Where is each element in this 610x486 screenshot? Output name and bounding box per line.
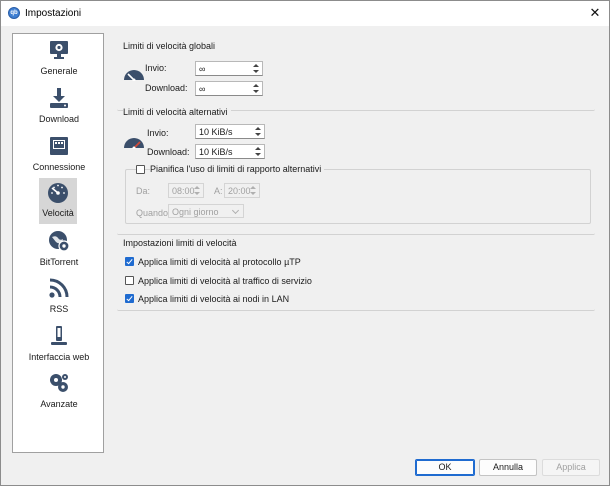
- app-icon: qb: [8, 7, 20, 19]
- to-label: A:: [214, 186, 223, 196]
- alt-upload-spinbox[interactable]: 10 KiB/s: [195, 124, 265, 139]
- global-limits-group: Limiti di velocità globali Invio: ∞ Down…: [117, 41, 595, 111]
- sidebar-item-label: Generale: [40, 66, 78, 76]
- sidebar-item-label: Avanzate: [40, 399, 78, 409]
- download-icon: [50, 88, 68, 108]
- globe-gear-icon: [49, 231, 70, 252]
- sidebar-item-label: RSS: [49, 304, 69, 314]
- sidebar-item-generale[interactable]: Generale: [15, 36, 103, 82]
- title-bar: qb Impostazioni ✕: [1, 1, 609, 26]
- sidebar-item-download[interactable]: Download: [15, 84, 103, 130]
- alt-limits-group: Limiti di velocità alternativi Invio: 10…: [117, 107, 595, 235]
- global-download-spinbox[interactable]: ∞: [195, 81, 263, 96]
- global-upload-spinbox[interactable]: ∞: [195, 61, 263, 76]
- ok-button[interactable]: OK: [415, 459, 475, 476]
- monitor-gear-icon: [50, 41, 68, 59]
- utp-limit-checkbox[interactable]: [125, 257, 134, 266]
- apply-button[interactable]: Applica: [542, 459, 600, 476]
- sidebar-item-label: BitTorrent: [39, 257, 79, 267]
- cancel-button[interactable]: Annulla: [479, 459, 537, 476]
- alt-gauge-icon: [124, 138, 144, 149]
- spinbox-value: ∞: [199, 64, 206, 74]
- schedule-checkbox-label: Pianifica l'uso di limiti di rapporto al…: [150, 164, 325, 174]
- overhead-limit-checkbox[interactable]: [125, 276, 134, 285]
- speed-settings-title: Impostazioni limiti di velocità: [123, 238, 240, 248]
- spinbox-value: 08:00: [172, 186, 195, 196]
- lan-limit-checkbox[interactable]: [125, 294, 134, 303]
- spinbox-value: 20:00: [228, 186, 251, 196]
- overhead-limit-label: Applica limiti di velocità al traffico d…: [138, 276, 312, 286]
- global-limits-title: Limiti di velocità globali: [123, 41, 219, 51]
- from-label: Da:: [136, 186, 151, 196]
- speedometer-icon: [48, 183, 68, 203]
- sidebar-item-velocita[interactable]: Velocità: [39, 178, 77, 224]
- close-icon: ✕: [589, 5, 601, 20]
- sidebar-item-label: Download: [38, 114, 80, 124]
- gauge-icon: [124, 70, 144, 81]
- spin-arrows[interactable]: [252, 83, 261, 95]
- close-button[interactable]: ✕: [581, 1, 609, 26]
- gears-icon: [50, 374, 68, 392]
- sidebar-item-label: Connessione: [32, 162, 86, 172]
- from-time-spinbox[interactable]: 08:00: [168, 183, 204, 198]
- spin-arrows[interactable]: [254, 126, 263, 138]
- to-time-spinbox[interactable]: 20:00: [224, 183, 260, 198]
- lan-limit-label: Applica limiti di velocità ai nodi in LA…: [138, 294, 290, 304]
- spinbox-value: 10 KiB/s: [199, 147, 233, 157]
- spin-arrows[interactable]: [252, 63, 261, 75]
- web-ui-icon: [51, 326, 67, 345]
- speed-settings-group: Impostazioni limiti di velocità Applica …: [117, 238, 595, 311]
- sidebar-item-label: Interfaccia web: [28, 352, 90, 362]
- alt-download-spinbox[interactable]: 10 KiB/s: [195, 144, 265, 159]
- sidebar-item-avanzate[interactable]: Avanzate: [15, 369, 103, 415]
- rss-icon: [49, 278, 69, 298]
- chevron-down-icon: [231, 206, 240, 215]
- alt-limits-title: Limiti di velocità alternativi: [123, 107, 231, 117]
- sidebar-item-interfaccia-web[interactable]: Interfaccia web: [15, 322, 103, 368]
- settings-window: qb Impostazioni ✕ Generale Download Conn…: [0, 0, 610, 486]
- utp-limit-label: Applica limiti di velocità al protocollo…: [138, 257, 301, 267]
- alt-upload-label: Invio:: [147, 128, 169, 138]
- sidebar-item-connessione[interactable]: Connessione: [15, 132, 103, 178]
- dropdown-value: Ogni giorno: [172, 207, 219, 217]
- sidebar-item-bittorrent[interactable]: BitTorrent: [15, 227, 103, 273]
- window-title: Impostazioni: [25, 8, 82, 19]
- when-label: Quando:: [136, 208, 171, 218]
- schedule-checkbox[interactable]: [136, 165, 145, 174]
- settings-sidebar: Generale Download Connessione Velocità B…: [12, 33, 104, 453]
- sidebar-item-rss[interactable]: RSS: [15, 274, 103, 320]
- when-dropdown[interactable]: Ogni giorno: [168, 204, 244, 218]
- spin-arrows[interactable]: [193, 185, 202, 197]
- global-download-label: Download:: [145, 83, 188, 93]
- alt-download-label: Download:: [147, 147, 190, 157]
- sidebar-item-label: Velocità: [42, 208, 74, 218]
- spinbox-value: ∞: [199, 84, 206, 94]
- settings-content: Limiti di velocità globali Invio: ∞ Down…: [113, 33, 599, 453]
- network-icon: [50, 137, 68, 155]
- spin-arrows[interactable]: [254, 146, 263, 158]
- spinbox-value: 10 KiB/s: [199, 127, 233, 137]
- spin-arrows[interactable]: [249, 185, 258, 197]
- global-upload-label: Invio:: [145, 63, 167, 73]
- schedule-group: Pianifica l'uso di limiti di rapporto al…: [125, 164, 591, 224]
